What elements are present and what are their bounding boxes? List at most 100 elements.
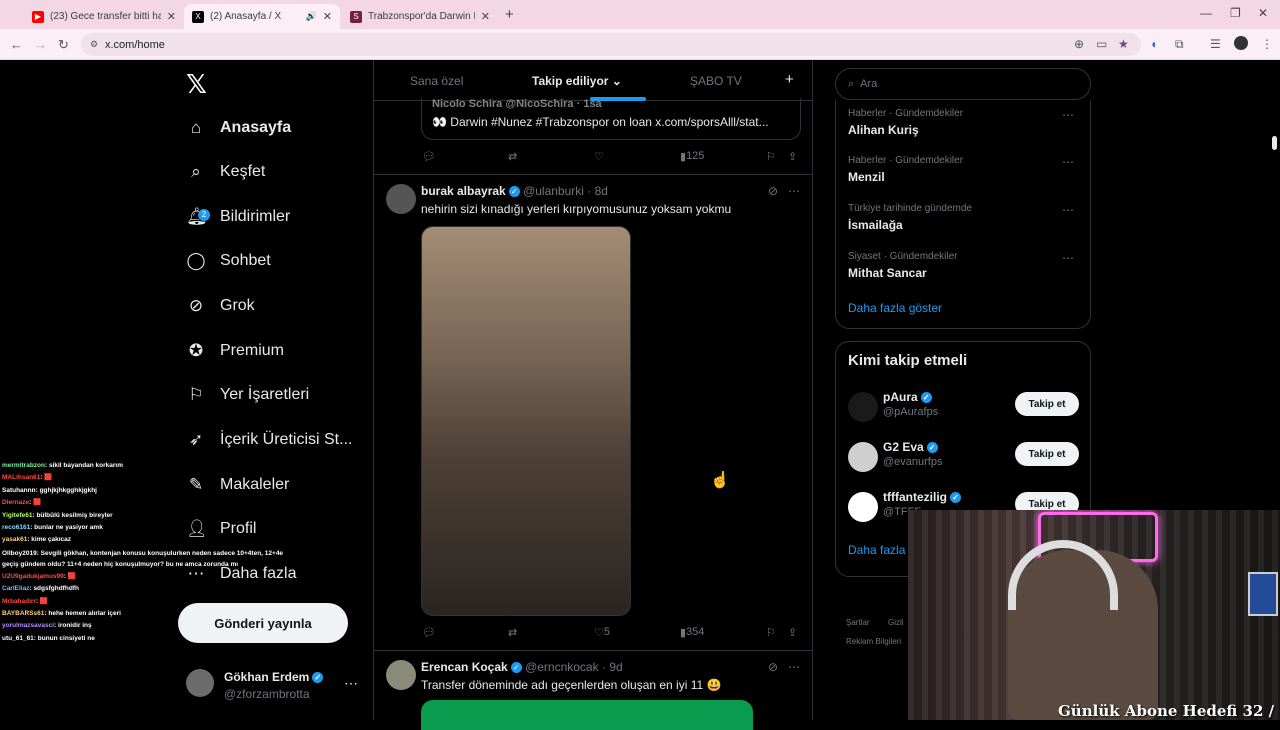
close-tab-icon[interactable]: ✕ (323, 10, 332, 23)
browser-tab-x[interactable]: X (2) Anasayfa / X 🔊 ✕ (184, 4, 340, 29)
tab-sabo-tv[interactable]: ŞABO TV (690, 74, 742, 88)
who-to-follow-title: Kimi takip etmeli (848, 352, 968, 369)
follow-suggestion[interactable]: G2 Eva ✓ @evanurfps Takip et (848, 440, 1080, 476)
more-dots-icon[interactable]: ⋯ (788, 660, 800, 674)
account-switcher[interactable]: Gökhan Erdem ✓ @zforzambrotta ⋯ (186, 665, 366, 709)
profile-avatar-icon[interactable] (1234, 36, 1248, 50)
bookmark-star-icon[interactable]: ★ (1118, 37, 1129, 51)
show-more-trends-link[interactable]: Daha fazla göster (848, 301, 942, 315)
views-icon[interactable]: ▮ 354 (680, 626, 704, 639)
bookmark-icon[interactable]: ⚐ (766, 626, 776, 639)
chat-message: U2U9gadukjamus99: 🟥 (0, 571, 290, 583)
more-dots-icon[interactable]: ⋯ (1062, 203, 1074, 217)
tab-following[interactable]: Takip ediliyor ⌄ (532, 74, 622, 88)
tweet-time: · 9d (601, 660, 623, 674)
share-icon[interactable]: ⇪ (788, 150, 797, 163)
more-dots-icon[interactable]: ⋯ (1062, 251, 1074, 265)
tweet-image[interactable] (421, 700, 753, 730)
new-tab-icon[interactable]: + (505, 6, 514, 23)
speaker-icon[interactable]: 🔊 (306, 11, 317, 22)
verified-icon: ✓ (312, 672, 324, 684)
tab-title: (2) Anasayfa / X (210, 11, 282, 22)
bookmark-icon: ⚐ (188, 385, 204, 404)
add-tab-icon[interactable]: + (785, 71, 794, 88)
footer-link[interactable]: Şartlar (846, 618, 870, 627)
url-field[interactable]: ⚙ x.com/home (81, 33, 1141, 56)
grok-icon[interactable]: ⊘ (768, 660, 778, 674)
search-input[interactable]: ⌕ Ara (835, 68, 1091, 100)
browser-tab-trabzonspor[interactable]: S Trabzonspor'da Darwin Nunez ✕ (342, 4, 498, 29)
retweet-icon[interactable]: ⇄ (508, 150, 517, 163)
quoted-tweet[interactable]: Nicolo Schira @NicoSchira · 1sa 👀 Darwin… (421, 98, 801, 140)
trend-name: Menzil (848, 170, 885, 184)
footer-link[interactable]: Reklam Bilgileri (846, 637, 901, 646)
follow-suggestion[interactable]: pAura ✓ @pAurafps Takip et (848, 390, 1080, 426)
more-dots-icon[interactable]: ⋯ (344, 675, 358, 692)
like-icon[interactable]: ♡ 5 (594, 626, 610, 639)
footer-link[interactable]: Gizli (888, 618, 904, 627)
more-dots-icon[interactable]: ⋯ (788, 184, 800, 198)
minimize-icon[interactable]: — (1200, 6, 1212, 20)
chat-user: U2U9gadukjamus99 (2, 572, 64, 580)
nav-creator-studio[interactable]: ➶ İçerik Üreticisi St... (186, 425, 353, 455)
tab-for-you[interactable]: Sana özel (410, 74, 463, 88)
like-icon[interactable]: ♡ (594, 150, 604, 163)
nav-bookmarks[interactable]: ⚐ Yer İşaretleri (186, 380, 309, 410)
menu-kebab-icon[interactable]: ⋮ (1261, 37, 1273, 51)
feed-tabs: Sana özel Takip ediliyor ⌄ ŞABO TV + (374, 60, 812, 101)
chat-text: : 🟥 (63, 572, 76, 580)
nav-label: Premium (220, 342, 285, 359)
trend-item[interactable]: Siyaset · Gündemdekiler Mithat Sancar ⋯ (848, 251, 1080, 280)
puzzle-icon[interactable]: ⧉ (1175, 37, 1184, 52)
close-tab-icon[interactable]: ✕ (167, 10, 176, 23)
cast-icon[interactable]: ▭ (1096, 37, 1107, 51)
premium-icon: ✪ (188, 341, 204, 360)
more-dots-icon[interactable]: ⋯ (1062, 108, 1074, 122)
suggestion-handle: @evanurfps (883, 456, 943, 468)
site-info-icon[interactable]: ⚙ (90, 39, 98, 50)
chat-user: yasak61 (2, 536, 28, 544)
sidepanel-icon[interactable]: ☰ (1210, 37, 1221, 51)
show-more-suggestions-link[interactable]: Daha fazla g (848, 543, 915, 557)
grok-icon[interactable]: ⊘ (768, 184, 778, 198)
nav-home[interactable]: ⌂ Anasayfa (186, 113, 291, 143)
views-count: 125 (686, 150, 705, 162)
browser-tab-youtube[interactable]: ▶ (23) Gece transfer bitti haberi ✕ (24, 4, 184, 29)
trend-context: Haberler · Gündemdekiler (848, 108, 964, 119)
trend-item[interactable]: Haberler · Gündemdekiler Menzil ⋯ (848, 155, 1080, 184)
reload-icon[interactable]: ↻ (58, 37, 69, 53)
trend-item[interactable]: Türkiye tarihinde gündemde İsmailağa ⋯ (848, 203, 1080, 232)
zoom-icon[interactable]: ⊕ (1074, 37, 1084, 51)
more-dots-icon[interactable]: ⋯ (1062, 155, 1074, 169)
trends-card: Haberler · Gündemdekiler Alihan Kuriş ⋯ … (835, 100, 1091, 329)
nav-grok[interactable]: ⊘ Grok (186, 291, 255, 321)
retweet-icon[interactable]: ⇄ (508, 626, 517, 639)
chat-text: : bunlar ne yasiyor amk (30, 524, 103, 532)
nav-chat[interactable]: ◯ Sohbet (186, 246, 270, 276)
avatar (386, 184, 416, 214)
extension-icon[interactable]: ◖ (1150, 37, 1157, 51)
tweet-text: nehirin sizi kınadığı yerleri kırpıyomus… (421, 202, 732, 216)
chat-text: : gghjkjhkgghkjgkhj (35, 486, 97, 494)
jersey-frame (1248, 572, 1278, 616)
reply-icon[interactable]: 💬︎ (422, 626, 436, 639)
back-icon[interactable]: ← (10, 37, 23, 52)
nav-label: Anasayfa (220, 119, 292, 136)
close-tab-icon[interactable]: ✕ (481, 10, 490, 23)
follow-button[interactable]: Takip et (1015, 442, 1079, 466)
share-icon[interactable]: ⇪ (788, 626, 797, 639)
tweet-video[interactable] (421, 226, 631, 616)
forward-icon[interactable]: → (34, 37, 47, 52)
bookmark-icon[interactable]: ⚐ (766, 150, 776, 163)
maximize-icon[interactable]: ❐ (1230, 6, 1241, 20)
reply-icon[interactable]: 💬︎ (422, 150, 436, 163)
trend-item[interactable]: Haberler · Gündemdekiler Alihan Kuriş ⋯ (848, 108, 1080, 137)
nav-premium[interactable]: ✪ Premium (186, 336, 284, 366)
follow-button[interactable]: Takip et (1015, 392, 1079, 416)
nav-notifications[interactable]: 🔔︎ 2 Bildirimler (186, 202, 290, 232)
views-icon[interactable]: ▮ 125 (680, 150, 704, 163)
x-logo-icon[interactable]: 𝕏 (186, 70, 207, 100)
nav-explore[interactable]: ⌕ Keşfet (186, 157, 265, 187)
close-window-icon[interactable]: ✕ (1258, 6, 1268, 20)
scrollbar-thumb[interactable] (1272, 136, 1277, 150)
